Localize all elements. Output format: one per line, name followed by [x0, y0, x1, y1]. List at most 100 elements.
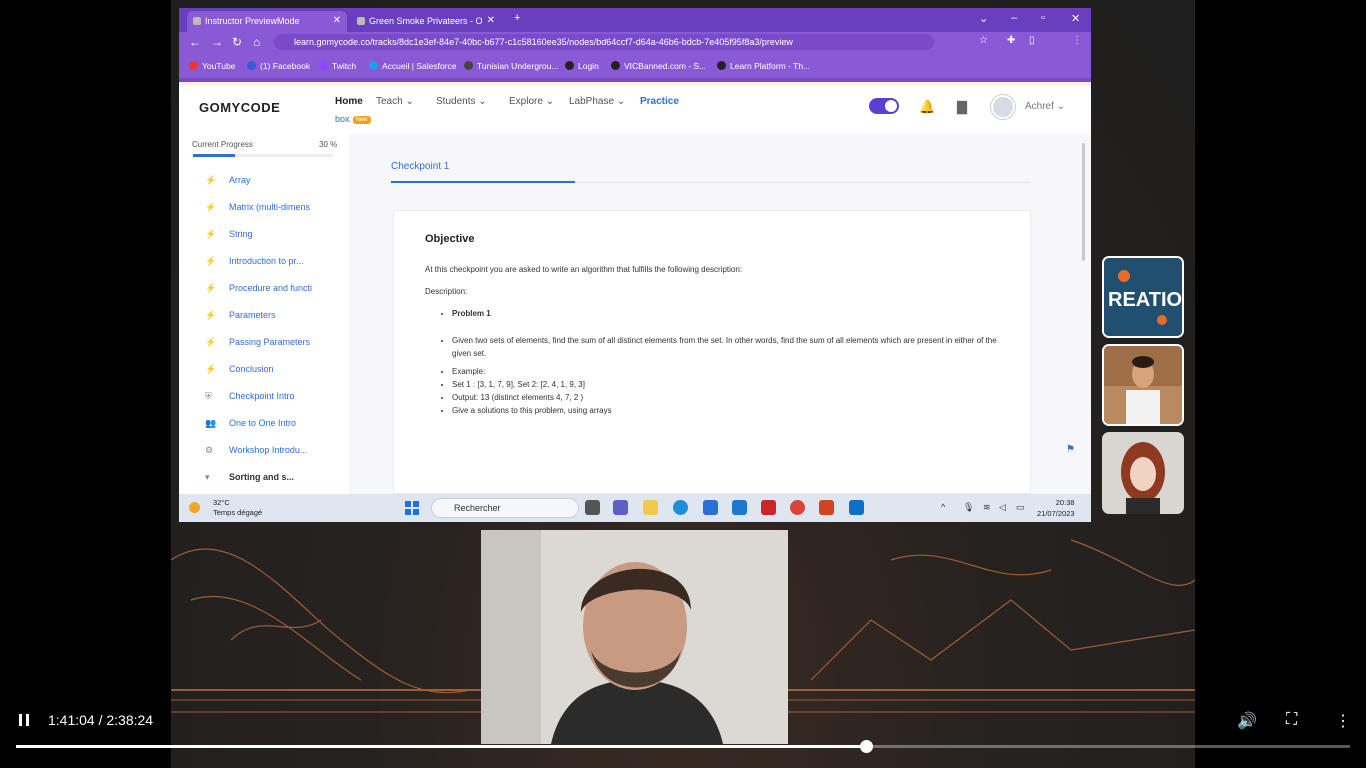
battery-icon[interactable]: ▭ [1016, 502, 1025, 513]
sidebar-item[interactable]: ⚡ Passing Parameters [179, 334, 344, 354]
globe-icon [565, 61, 574, 70]
nav-teach[interactable]: Teach ⌄ [376, 96, 414, 107]
user-menu[interactable]: Achref ⌄ [1025, 101, 1065, 112]
edge-icon[interactable] [673, 500, 688, 515]
nav-home[interactable]: Home [335, 96, 363, 107]
weather-widget[interactable]: 32°C Temps dégagé [189, 498, 262, 518]
avatar[interactable] [991, 95, 1015, 119]
pause-button[interactable] [18, 714, 30, 726]
lesson-icon: ⛨ [205, 391, 212, 401]
new-tab-icon[interactable]: + [514, 12, 520, 24]
task-view-icon[interactable] [585, 500, 600, 515]
sidebar-item[interactable]: 👥 One to One Intro [179, 415, 344, 435]
chrome-icon[interactable] [790, 500, 805, 515]
tab-favicon-icon [357, 17, 365, 25]
participant-thumbnail-man[interactable] [1102, 344, 1184, 426]
participant-thumbnail-woman[interactable] [1102, 432, 1184, 514]
taskbar-clock[interactable]: 20:38 21/07/2023 [1037, 497, 1075, 519]
teams-icon[interactable] [613, 500, 628, 515]
home-icon[interactable]: ⌂ [253, 35, 260, 49]
lesson-icon: ⚡ [205, 229, 217, 239]
progress-label: Current Progress [192, 140, 253, 149]
nav-practice-box-label: box [335, 114, 350, 124]
sidebar-item[interactable]: ⚙ Workshop Introdu... [179, 442, 344, 462]
bookmark-tunisian[interactable]: Tunisian Undergrou... [464, 61, 558, 71]
sidebar-item[interactable]: ⚡ String [179, 226, 344, 246]
bookmark-icon [464, 61, 473, 70]
list-item: Give a solutions to this problem, using … [452, 404, 1012, 417]
nav-explore[interactable]: Explore ⌄ [509, 96, 554, 107]
reload-icon[interactable]: ↻ [232, 35, 242, 49]
sidebar-item-label: Checkpoint Intro [229, 391, 295, 401]
sidebar-item[interactable]: ⚡ Conclusion [179, 361, 344, 381]
bookmark-login[interactable]: Login [565, 61, 599, 71]
vscode-icon[interactable] [849, 500, 864, 515]
windows-start-icon[interactable] [405, 501, 419, 515]
back-icon[interactable]: ← [189, 35, 201, 49]
sidebar-item[interactable]: ⚡ Matrix (multi-dimens [179, 199, 344, 219]
exit-fullscreen-icon[interactable]: ⛶ [1286, 711, 1297, 729]
flag-icon[interactable]: ⚑ [1066, 444, 1075, 455]
browser-tab-active[interactable]: Instructor PreviewMode ✕ [187, 11, 347, 32]
nav-practice-box[interactable]: box New [335, 114, 371, 124]
seek-handle[interactable] [859, 740, 873, 753]
bookmark-facebook[interactable]: (1) Facebook [247, 61, 310, 71]
close-icon[interactable]: ✕ [333, 15, 341, 26]
bell-icon[interactable]: 🔔 [919, 99, 935, 115]
seek-bar[interactable] [16, 740, 1350, 753]
sidepanel-icon[interactable]: ▯ [1029, 35, 1035, 46]
close-icon[interactable]: ✕ [487, 15, 495, 26]
bookmark-learn-platform[interactable]: Learn Platform - Th... [717, 61, 810, 71]
clock-time: 20:38 [1055, 498, 1075, 507]
sidebar-item[interactable]: ⛨ Checkpoint Intro [179, 388, 344, 408]
microphone-icon[interactable]: 🎙 [963, 502, 974, 513]
minimize-icon[interactable]: – [1011, 12, 1017, 24]
store-icon[interactable] [703, 500, 718, 515]
sidebar-item-label: Workshop Introdu... [229, 445, 308, 455]
sidebar-item[interactable]: ⚡ Parameters [179, 307, 344, 327]
browser-tab[interactable]: Green Smoke Privateers - O ✕ [351, 11, 501, 32]
problem-title: Problem 1 [452, 309, 491, 318]
chevron-down-icon[interactable]: ⌄ [979, 12, 988, 25]
nav-labphase[interactable]: LabPhase ⌄ [569, 96, 625, 107]
nav-students[interactable]: Students ⌄ [436, 96, 487, 107]
volume-icon[interactable]: 🔊 [1237, 711, 1257, 731]
star-icon[interactable]: ☆ [979, 35, 988, 46]
powerpoint-icon[interactable] [819, 500, 834, 515]
url-field[interactable]: learn.gomycode.co/tracks/8dc1e3ef-84e7-4… [274, 34, 934, 50]
bookmark-vicbanned[interactable]: VICBanned.com - S... [611, 61, 706, 71]
globe-icon [717, 61, 726, 70]
bookmark-youtube[interactable]: YouTube [189, 61, 235, 71]
nav-practice[interactable]: Practice [640, 96, 679, 107]
kebab-menu-icon[interactable]: ⋮ [1072, 35, 1082, 46]
new-badge: New [352, 116, 371, 124]
bookmark-twitch[interactable]: Twitch [319, 61, 356, 71]
sidebar-item[interactable]: ⚡ Array [179, 172, 344, 192]
volume-icon[interactable]: ◁ [999, 502, 1006, 513]
forward-icon[interactable]: → [211, 35, 223, 49]
theme-toggle[interactable] [869, 98, 899, 114]
scrollbar[interactable] [1082, 143, 1085, 261]
more-options-icon[interactable]: ⋮ [1335, 711, 1351, 731]
sidebar-item[interactable]: ▾ Sorting and s... [179, 469, 344, 489]
taskbar-search[interactable]: Rechercher [431, 498, 579, 518]
l-app-icon[interactable] [732, 500, 747, 515]
browser-tabbar: Instructor PreviewMode ✕ Green Smoke Pri… [179, 8, 1091, 32]
bookmark-label: YouTube [202, 61, 236, 71]
tab-checkpoint[interactable]: Checkpoint 1 [391, 161, 449, 172]
chevron-up-icon[interactable]: ^ [941, 502, 945, 512]
sidebar-item-label: One to One Intro [229, 418, 297, 428]
chat-icon[interactable]: ▇ [957, 99, 967, 115]
wifi-icon[interactable]: ≋ [983, 502, 991, 513]
mcafee-icon[interactable] [761, 500, 776, 515]
participant-thumbnail-logo[interactable]: REATIO [1102, 256, 1184, 338]
extensions-icon[interactable]: ✚ [1007, 35, 1015, 46]
sidebar-item[interactable]: ⚡ Introduction to pr... [179, 253, 344, 273]
window-close-icon[interactable]: ✕ [1071, 12, 1080, 25]
objective-heading: Objective [425, 233, 475, 245]
bookmark-salesforce[interactable]: Accueil | Salesforce [369, 61, 457, 71]
sidebar-item[interactable]: ⚡ Procedure and functi [179, 280, 344, 300]
youtube-icon [189, 61, 198, 70]
file-explorer-icon[interactable] [643, 500, 658, 515]
restore-icon[interactable]: ▫ [1041, 12, 1045, 24]
